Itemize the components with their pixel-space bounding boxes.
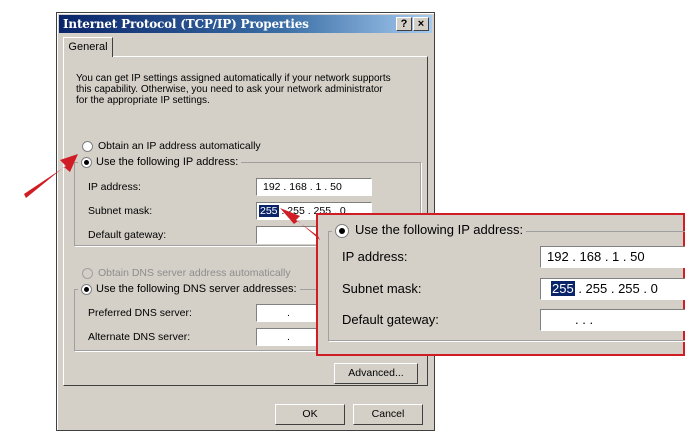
tab-general[interactable]: General [63,37,113,57]
annotation-arrows [24,154,320,240]
arrow-to-subnet [280,208,320,240]
arrow-to-radio [24,154,78,198]
